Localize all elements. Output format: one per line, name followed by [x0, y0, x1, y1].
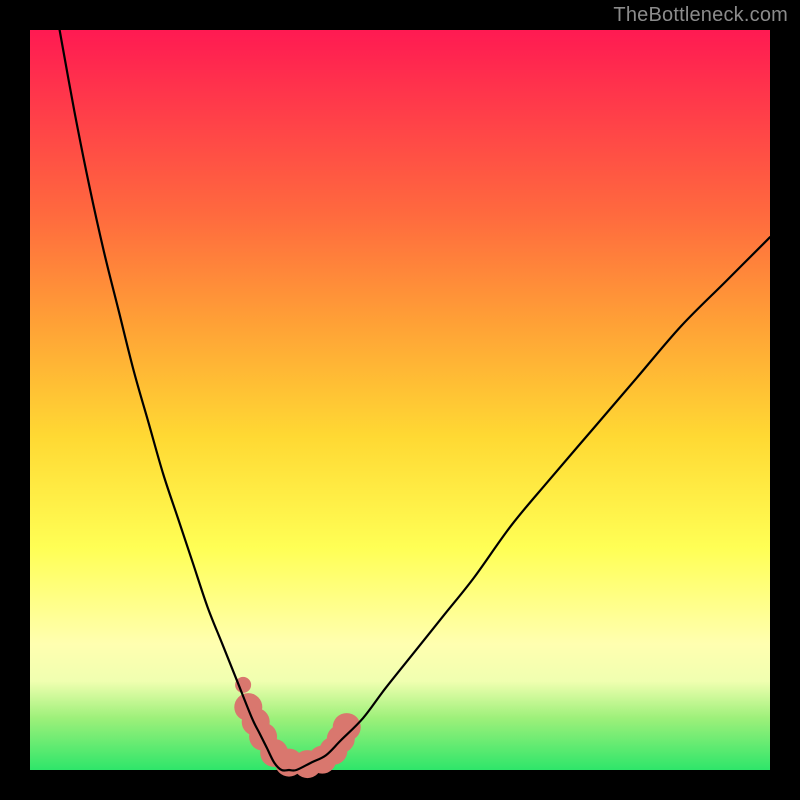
highlight-marker — [333, 713, 361, 741]
curves-svg — [30, 30, 770, 770]
bottleneck-curve — [60, 30, 770, 771]
gradient-plot-area — [30, 30, 770, 770]
highlight-markers — [234, 677, 360, 778]
watermark-text: TheBottleneck.com — [613, 4, 788, 27]
chart-frame: TheBottleneck.com — [0, 0, 800, 800]
